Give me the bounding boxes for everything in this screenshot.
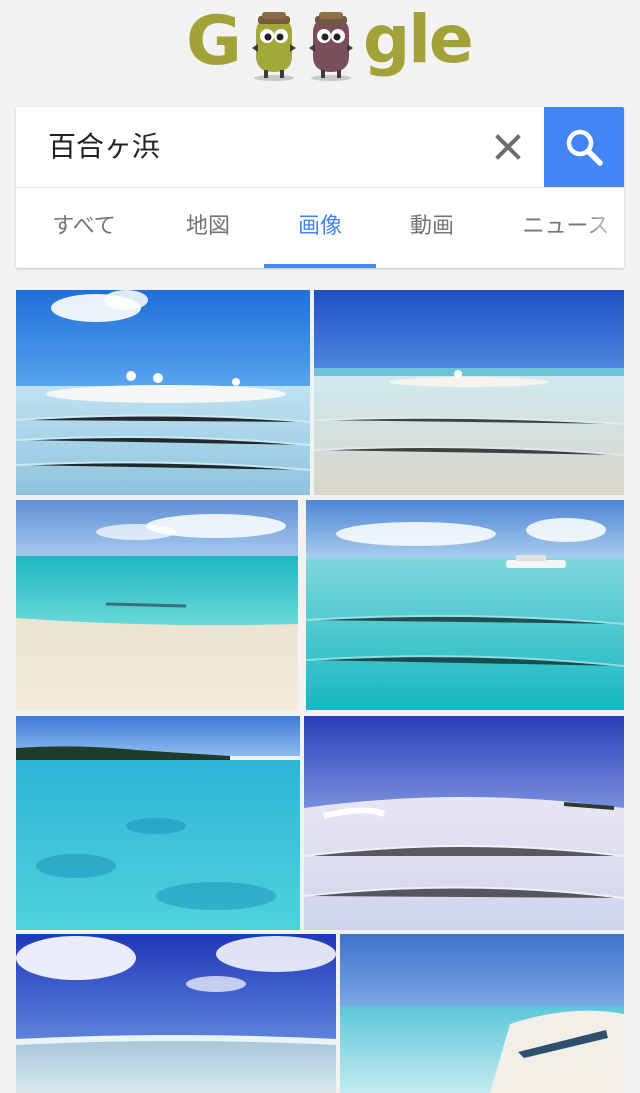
image-result[interactable] (16, 290, 310, 495)
search-tabs: すべて 地図 画像 動画 ニュース (16, 188, 624, 268)
active-tab-indicator (264, 264, 376, 268)
image-result[interactable] (16, 934, 336, 1093)
purple-mascot-icon (305, 12, 357, 82)
tabs-scroll-fade (584, 188, 624, 268)
close-icon (495, 134, 521, 160)
logo-letter-g: G (186, 2, 242, 81)
search-card: すべて 地図 画像 動画 ニュース (16, 107, 624, 268)
clear-search-button[interactable] (486, 127, 530, 167)
search-button[interactable] (544, 107, 624, 187)
image-result[interactable] (340, 934, 624, 1093)
search-icon (566, 129, 603, 166)
tab-maps[interactable]: 地図 (156, 188, 260, 268)
olive-mascot-icon (248, 12, 300, 82)
logo-letters-gle: gle (363, 1, 474, 78)
tab-images[interactable]: 画像 (264, 188, 376, 268)
tab-videos[interactable]: 動画 (380, 188, 484, 268)
image-result[interactable] (16, 500, 298, 710)
image-result[interactable] (314, 290, 624, 495)
image-result[interactable] (306, 500, 624, 710)
search-row (16, 107, 624, 187)
image-result[interactable] (16, 716, 300, 930)
google-doodle-logo[interactable]: G gle (0, 0, 640, 98)
tab-all[interactable]: すべて (16, 188, 152, 268)
search-input[interactable] (34, 125, 468, 169)
image-result[interactable] (304, 716, 624, 930)
